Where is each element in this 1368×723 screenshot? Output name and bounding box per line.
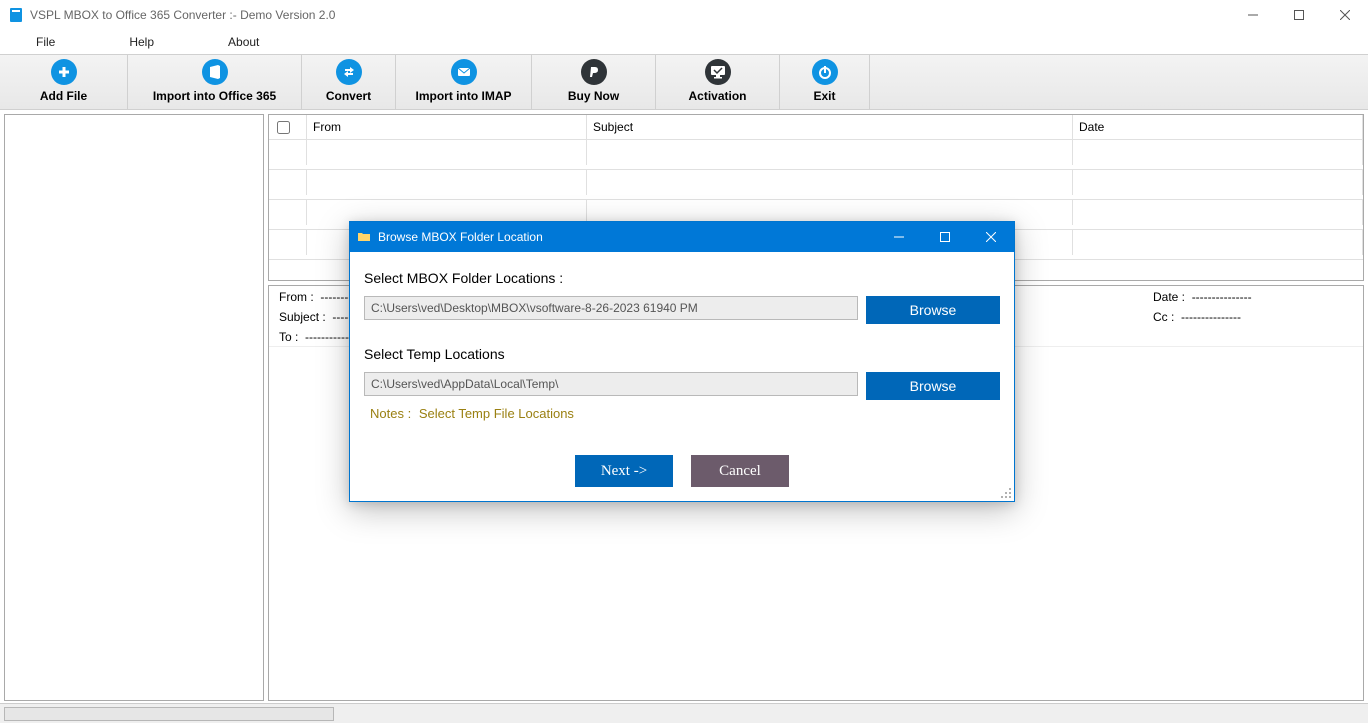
window-minimize-button[interactable] — [1230, 0, 1276, 30]
list-col-date[interactable]: Date — [1073, 115, 1363, 140]
toolbar-activation-label: Activation — [688, 89, 746, 103]
list-col-from[interactable]: From — [307, 115, 587, 140]
dialog-actions: Next -> Cancel — [364, 455, 1000, 487]
window-titlebar: VSPL MBOX to Office 365 Converter :- Dem… — [0, 0, 1368, 30]
toolbar-import-o365-label: Import into Office 365 — [153, 89, 276, 103]
toolbar-activation-button[interactable]: Activation — [656, 55, 780, 109]
preview-date-value: --------------- — [1192, 290, 1252, 304]
toolbar-convert-button[interactable]: Convert — [302, 55, 396, 109]
dialog-titlebar[interactable]: Browse MBOX Folder Location — [350, 222, 1014, 252]
toolbar-import-o365-button[interactable]: Import into Office 365 — [128, 55, 302, 109]
dialog-notes: Notes : Select Temp File Locations — [370, 406, 1000, 421]
window-title: VSPL MBOX to Office 365 Converter :- Dem… — [30, 8, 335, 22]
menubar: File Help About — [0, 30, 1368, 54]
menu-help[interactable]: Help — [123, 33, 160, 51]
status-bar — [0, 703, 1368, 723]
browse-mbox-dialog: Browse MBOX Folder Location Select MBOX … — [349, 221, 1015, 502]
progress-bar — [4, 707, 334, 721]
menu-about[interactable]: About — [222, 33, 265, 51]
mbox-browse-button[interactable]: Browse — [866, 296, 1000, 324]
plus-icon — [51, 59, 77, 85]
list-row[interactable] — [269, 170, 1363, 200]
convert-icon — [336, 59, 362, 85]
temp-location-label: Select Temp Locations — [364, 346, 1000, 362]
toolbar-convert-label: Convert — [326, 89, 371, 103]
next-button[interactable]: Next -> — [575, 455, 673, 487]
toolbar-add-file-button[interactable]: Add File — [0, 55, 128, 109]
paypal-icon — [581, 59, 607, 85]
folder-icon — [358, 231, 370, 243]
folder-tree-pane[interactable] — [4, 114, 264, 701]
window-close-button[interactable] — [1322, 0, 1368, 30]
mbox-folder-path-input[interactable] — [364, 296, 858, 320]
mail-icon — [451, 59, 477, 85]
list-row[interactable] — [269, 140, 1363, 170]
toolbar-import-imap-button[interactable]: Import into IMAP — [396, 55, 532, 109]
dialog-maximize-button[interactable] — [922, 222, 968, 252]
cancel-button[interactable]: Cancel — [691, 455, 789, 487]
toolbar-buy-now-label: Buy Now — [568, 89, 619, 103]
window-controls — [1230, 0, 1368, 30]
preview-from-label: From : — [279, 290, 314, 304]
office365-icon — [202, 59, 228, 85]
list-col-checkbox[interactable] — [269, 115, 307, 140]
preview-date-label: Date : — [1153, 290, 1185, 304]
preview-to-label: To : — [279, 330, 298, 344]
dialog-close-button[interactable] — [968, 222, 1014, 252]
toolbar-exit-label: Exit — [813, 89, 835, 103]
toolbar-add-file-label: Add File — [40, 89, 87, 103]
power-icon — [812, 59, 838, 85]
window-maximize-button[interactable] — [1276, 0, 1322, 30]
dialog-minimize-button[interactable] — [876, 222, 922, 252]
toolbar: Add File Import into Office 365 Convert … — [0, 54, 1368, 110]
dialog-body: Select MBOX Folder Locations : Browse Se… — [350, 252, 1014, 501]
monitor-check-icon — [705, 59, 731, 85]
menu-file[interactable]: File — [30, 33, 61, 51]
temp-path-input[interactable] — [364, 372, 858, 396]
dialog-title-text: Browse MBOX Folder Location — [378, 230, 543, 244]
toolbar-import-imap-label: Import into IMAP — [416, 89, 512, 103]
notes-link[interactable]: Select Temp File Locations — [419, 406, 574, 421]
preview-subject-label: Subject : — [279, 310, 326, 324]
list-col-subject[interactable]: Subject — [587, 115, 1073, 140]
list-header: From Subject Date — [269, 115, 1363, 140]
notes-prefix: Notes : — [370, 406, 411, 421]
preview-cc-label: Cc : — [1153, 310, 1174, 324]
mbox-folder-label: Select MBOX Folder Locations : — [364, 270, 1000, 286]
temp-browse-button[interactable]: Browse — [866, 372, 1000, 400]
preview-cc-value: --------------- — [1181, 310, 1241, 324]
toolbar-buy-now-button[interactable]: Buy Now — [532, 55, 656, 109]
toolbar-exit-button[interactable]: Exit — [780, 55, 870, 109]
select-all-checkbox[interactable] — [277, 121, 290, 134]
resize-grip-icon[interactable] — [1000, 487, 1012, 499]
app-logo-icon — [8, 7, 24, 23]
